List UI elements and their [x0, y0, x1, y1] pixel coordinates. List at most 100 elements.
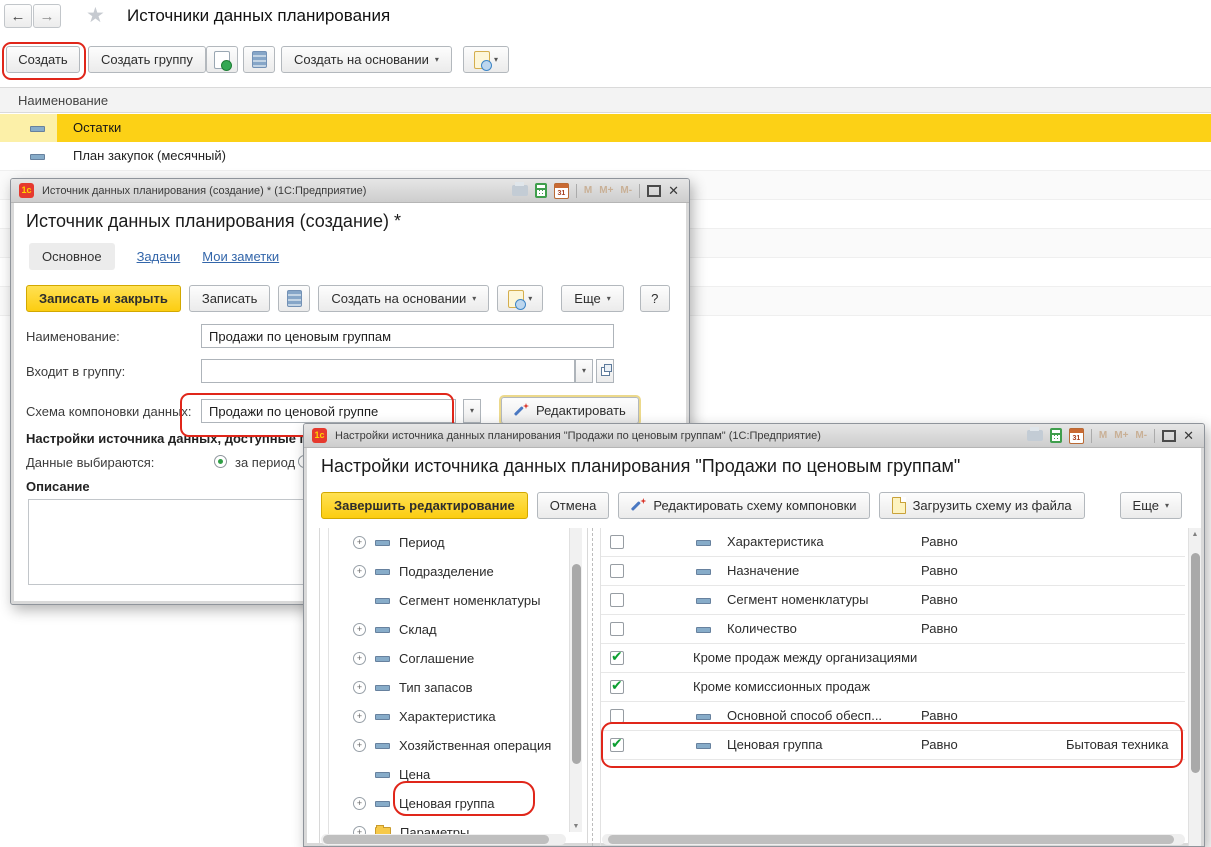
- tree-item-period[interactable]: +Период: [353, 528, 445, 557]
- tree-item-stock-type[interactable]: +Тип запасов: [353, 673, 473, 702]
- memory-m-minus-icon[interactable]: M-: [620, 185, 632, 196]
- expand-icon[interactable]: +: [353, 739, 366, 752]
- condition-row-quantity[interactable]: Количество Равно: [601, 615, 1185, 644]
- checkbox-unchecked[interactable]: [610, 535, 624, 549]
- tree-item-price[interactable]: Цена: [353, 760, 430, 789]
- help-button[interactable]: ?: [640, 285, 670, 312]
- close-icon[interactable]: ✕: [668, 184, 679, 197]
- more-button[interactable]: Еще▾: [1120, 492, 1182, 519]
- tree-item-warehouse[interactable]: +Склад: [353, 615, 437, 644]
- expand-icon[interactable]: +: [353, 623, 366, 636]
- scroll-up-icon[interactable]: ▲: [1189, 531, 1201, 538]
- dialog2-titlebar[interactable]: 1с Настройки источника данных планирован…: [304, 424, 1204, 448]
- condition-row-except-commission[interactable]: ✔ Кроме комиссионных продаж: [601, 673, 1185, 702]
- name-field[interactable]: Продажи по ценовым группам: [201, 324, 614, 348]
- checkbox-checked[interactable]: ✔: [610, 680, 624, 694]
- condition-row-characteristic[interactable]: Характеристика Равно: [601, 528, 1185, 557]
- conditions-hscrollbar[interactable]: [602, 834, 1185, 845]
- expand-icon[interactable]: +: [353, 681, 366, 694]
- conditions-vscrollbar-thumb[interactable]: [1191, 553, 1200, 773]
- condition-row-except-intercompany[interactable]: ✔ Кроме продаж между организациями: [601, 644, 1185, 673]
- report-menu-button[interactable]: ▾: [497, 285, 543, 312]
- table-row[interactable]: План закупок (месячный): [0, 142, 1211, 171]
- tree-item-business-operation[interactable]: +Хозяйственная операция: [353, 731, 551, 760]
- tree-item-nomenclature-segment[interactable]: Сегмент номенклатуры: [353, 586, 540, 615]
- tree-item-agreement[interactable]: +Соглашение: [353, 644, 474, 673]
- close-icon[interactable]: ✕: [1183, 429, 1194, 442]
- cancel-button[interactable]: Отмена: [537, 492, 610, 519]
- tree-item-division[interactable]: +Подразделение: [353, 557, 494, 586]
- load-schema-button[interactable]: Загрузить схему из файла: [879, 492, 1085, 519]
- edit-schema-button[interactable]: Редактировать: [501, 397, 639, 424]
- edit-composition-schema-button[interactable]: Редактировать схему компоновки: [618, 492, 869, 519]
- forward-button[interactable]: →: [33, 4, 61, 28]
- finish-editing-button[interactable]: Завершить редактирование: [321, 492, 528, 519]
- tree-vscrollbar-thumb[interactable]: [572, 564, 581, 764]
- table-row-selected[interactable]: Остатки: [0, 114, 1211, 142]
- checkbox-unchecked[interactable]: [610, 709, 624, 723]
- create-based-on-button[interactable]: Создать на основании▾: [281, 46, 452, 73]
- tab-tasks[interactable]: Задачи: [137, 249, 181, 264]
- expand-icon[interactable]: +: [353, 797, 366, 810]
- group-field[interactable]: [201, 359, 575, 383]
- tree-item-characteristic[interactable]: +Характеристика: [353, 702, 496, 731]
- back-button[interactable]: ←: [4, 4, 32, 28]
- calculator-icon[interactable]: [535, 183, 547, 198]
- table-header-row[interactable]: Наименование: [0, 87, 1211, 113]
- create-button[interactable]: Создать: [6, 46, 80, 73]
- memory-m-minus-icon[interactable]: M-: [1135, 430, 1147, 441]
- expand-icon[interactable]: +: [353, 565, 366, 578]
- calendar-icon[interactable]: 31: [554, 183, 569, 199]
- panel-splitter[interactable]: [592, 528, 593, 846]
- schema-field[interactable]: Продажи по ценовой группе: [201, 399, 456, 423]
- checkbox-checked[interactable]: ✔: [610, 738, 624, 752]
- save-and-close-button[interactable]: Записать и закрыть: [26, 285, 181, 312]
- maximize-icon[interactable]: [1162, 430, 1176, 442]
- more-button[interactable]: Еще▾: [561, 285, 623, 312]
- memory-m-plus-icon[interactable]: M+: [1114, 430, 1128, 441]
- period-radio[interactable]: [214, 455, 227, 468]
- print-icon[interactable]: [1027, 430, 1043, 441]
- memory-m-plus-icon[interactable]: M+: [599, 185, 613, 196]
- favorite-star-icon[interactable]: ★: [86, 3, 105, 28]
- checkbox-checked[interactable]: ✔: [610, 651, 624, 665]
- checkbox-unchecked[interactable]: [610, 593, 624, 607]
- stacked-list-button[interactable]: [278, 285, 310, 312]
- memory-m-icon[interactable]: M: [584, 185, 592, 196]
- expand-icon[interactable]: +: [353, 536, 366, 549]
- checkbox-unchecked[interactable]: [610, 564, 624, 578]
- create-based-on-button[interactable]: Создать на основании▾: [318, 285, 489, 312]
- group-dropdown-button[interactable]: ▾: [575, 359, 593, 383]
- schema-dropdown-button[interactable]: ▾: [463, 399, 481, 423]
- dialog1-titlebar[interactable]: 1с Источник данных планирования (создани…: [11, 179, 689, 203]
- condition-row-price-group[interactable]: ✔ Ценовая группа Равно Бытовая техника: [601, 731, 1185, 760]
- maximize-icon[interactable]: [647, 185, 661, 197]
- condition-row-nomenclature-segment[interactable]: Сегмент номенклатуры Равно: [601, 586, 1185, 615]
- tree-hscrollbar-thumb[interactable]: [323, 835, 549, 844]
- tab-notes[interactable]: Мои заметки: [202, 249, 279, 264]
- conditions-hscrollbar-thumb[interactable]: [608, 835, 1174, 844]
- group-open-button[interactable]: [596, 359, 614, 383]
- tree-item-price-group[interactable]: +Ценовая группа: [353, 789, 495, 818]
- report-menu-button[interactable]: ▾: [463, 46, 509, 73]
- checkbox-unchecked[interactable]: [610, 622, 624, 636]
- expand-icon[interactable]: +: [353, 710, 366, 723]
- expand-icon[interactable]: +: [353, 652, 366, 665]
- tab-main[interactable]: Основное: [29, 243, 115, 270]
- condition-row-main-supply-method[interactable]: Основной способ обесп... Равно: [601, 702, 1185, 731]
- condition-row-purpose[interactable]: Назначение Равно: [601, 557, 1185, 586]
- tree-guide-line: [328, 528, 329, 846]
- save-button[interactable]: Записать: [189, 285, 271, 312]
- scroll-down-icon[interactable]: ▼: [570, 823, 582, 830]
- calendar-icon[interactable]: 31: [1069, 428, 1084, 444]
- create-group-button[interactable]: Создать группу: [88, 46, 206, 73]
- print-icon[interactable]: [512, 185, 528, 196]
- tree-hscrollbar[interactable]: [321, 834, 566, 845]
- conditions-vscrollbar[interactable]: ▲: [1188, 528, 1201, 846]
- divider: [1154, 429, 1155, 443]
- calculator-icon[interactable]: [1050, 428, 1062, 443]
- memory-m-icon[interactable]: M: [1099, 430, 1107, 441]
- tree-vscrollbar[interactable]: ▼: [569, 528, 582, 832]
- stacked-list-button[interactable]: [243, 46, 275, 73]
- add-copy-button[interactable]: [206, 46, 238, 73]
